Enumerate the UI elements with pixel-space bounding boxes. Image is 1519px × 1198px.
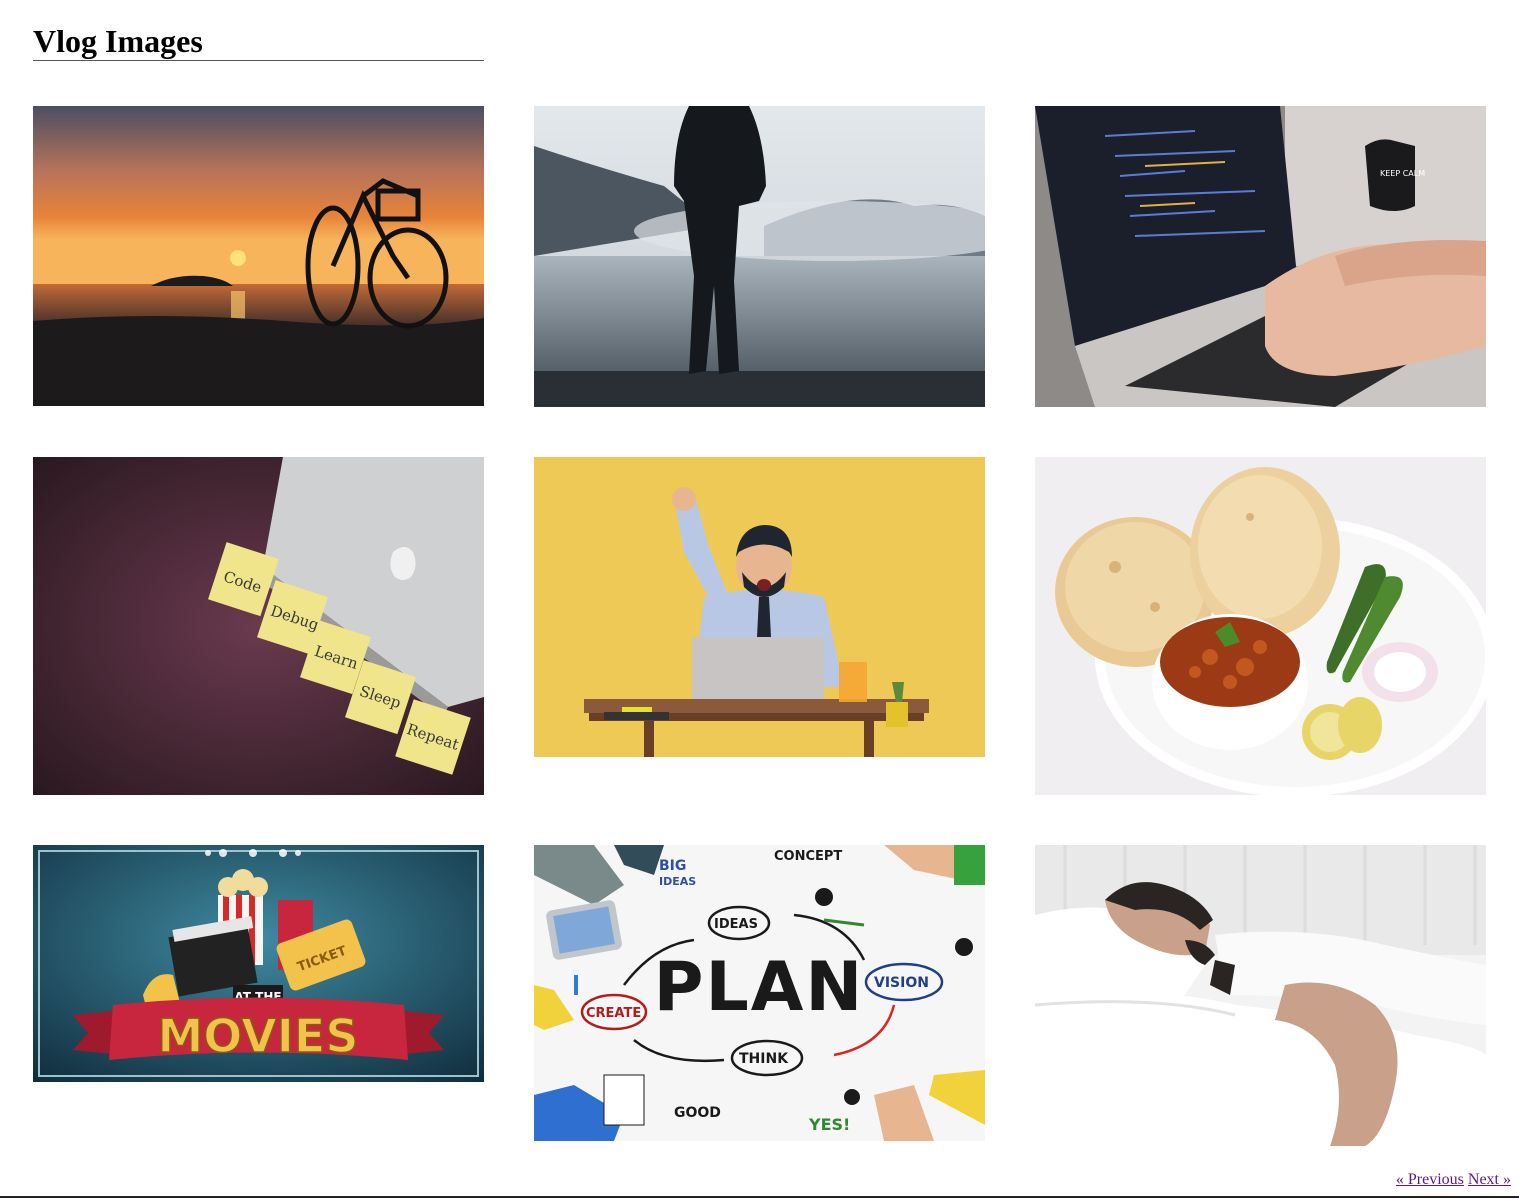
plan-ideas-word: IDEAS xyxy=(714,917,758,932)
pagination: « Previous Next » xyxy=(1396,1171,1511,1189)
gallery-image-chole-bhature[interactable] xyxy=(1035,457,1486,795)
plan-vision-word: VISION xyxy=(874,975,929,991)
gallery-image-excited-man[interactable] xyxy=(534,457,985,757)
plan-think-word: THINK xyxy=(739,1051,789,1067)
plan-create-word: CREATE xyxy=(586,1006,641,1021)
plan-center-word: PLAN xyxy=(654,948,865,1027)
previous-page-link[interactable]: « Previous xyxy=(1396,1171,1464,1188)
plan-big-ideas-word: IDEAS xyxy=(659,875,696,888)
at-the-movies-illustration: TICKET AT THE MOVIES xyxy=(33,845,484,1082)
page-title: Vlog Images xyxy=(33,22,484,61)
excited-man-illustration xyxy=(534,457,985,757)
plan-good-word: GOOD xyxy=(674,1105,721,1121)
plan-concept-illustration: PLAN BIG IDEAS CONCEPT IDEAS VISION CREA… xyxy=(534,845,985,1141)
plan-yes-word: YES! xyxy=(808,1115,850,1134)
gallery-image-man-sleeping[interactable] xyxy=(1035,845,1486,1146)
sticky-notes-illustration: Code Debug Learn Sleep Repeat xyxy=(33,457,484,795)
plan-big-word: BIG xyxy=(659,858,686,874)
plan-concept-word: CONCEPT xyxy=(774,849,842,864)
misty-lake-illustration xyxy=(534,106,985,407)
bicycle-sunset-illustration xyxy=(33,106,484,406)
gallery-image-plan-concept[interactable]: PLAN BIG IDEAS CONCEPT IDEAS VISION CREA… xyxy=(534,845,985,1141)
man-sleeping-illustration xyxy=(1035,845,1486,1146)
gallery-image-bicycle-sunset[interactable] xyxy=(33,106,484,406)
chole-bhature-illustration xyxy=(1035,457,1486,795)
gallery-image-misty-lake[interactable] xyxy=(534,106,985,407)
next-page-link[interactable]: Next » xyxy=(1468,1171,1511,1188)
gallery-image-sticky-notes[interactable]: Code Debug Learn Sleep Repeat xyxy=(33,457,484,795)
mug-text: KEEP CALM xyxy=(1380,169,1425,178)
gallery-image-at-the-movies[interactable]: TICKET AT THE MOVIES xyxy=(33,845,484,1082)
movies-big-text: MOVIES xyxy=(158,1009,359,1063)
laptop-typing-illustration: KEEP CALM xyxy=(1035,106,1486,407)
gallery-image-laptop-typing[interactable]: KEEP CALM xyxy=(1035,106,1486,407)
